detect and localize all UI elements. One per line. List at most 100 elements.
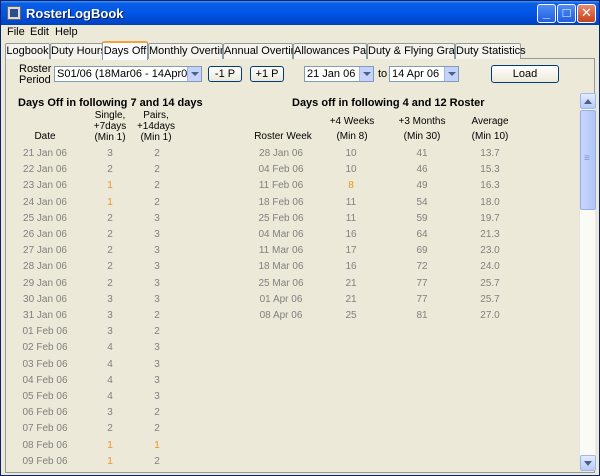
title-bar[interactable]: RosterLogBook _ □ ✕: [1, 1, 599, 25]
menu-edit[interactable]: Edit: [30, 26, 49, 38]
row-pairs: 3: [154, 245, 160, 257]
row-m3: 81: [416, 310, 428, 321]
row-single: 1: [107, 180, 113, 192]
chevron-down-icon[interactable]: [187, 67, 201, 81]
chevron-down-icon[interactable]: [359, 67, 373, 81]
row-w4: 10: [345, 164, 357, 176]
right-section-title: Days off in following 4 and 12 Roster: [292, 97, 485, 109]
menu-help[interactable]: Help: [55, 26, 78, 38]
row-single: 1: [107, 439, 113, 451]
pairs-header-line: (Min 1): [140, 132, 172, 143]
row-date: 26 Jan 06: [23, 229, 67, 240]
row-m3: 77: [416, 277, 428, 289]
scroll-down-icon[interactable]: [580, 455, 596, 471]
row-pairs: 3: [154, 212, 160, 224]
roster-week-header: Roster Week: [254, 131, 312, 142]
vertical-scrollbar[interactable]: [579, 93, 596, 471]
row-w4: 8: [348, 180, 354, 192]
next-period-button[interactable]: +1 P: [250, 66, 284, 82]
row-avg: 13.7: [480, 148, 500, 159]
row-avg: 25.7: [480, 277, 500, 289]
prev-period-button[interactable]: -1 P: [208, 66, 242, 82]
row-single: 2: [107, 164, 113, 176]
row-week: 25 Feb 06: [258, 212, 304, 224]
m3-header-line: (Min 30): [403, 131, 441, 142]
date-from-picker[interactable]: 21 Jan 06: [304, 66, 374, 82]
row-w4: 21: [345, 293, 357, 305]
single-header-line: +7days: [93, 121, 127, 132]
row-week: 18 Feb 06: [258, 196, 304, 208]
tab-days-off[interactable]: Days Off: [102, 41, 148, 60]
row-avg: 24.0: [480, 261, 500, 273]
close-icon[interactable]: ✕: [577, 4, 596, 23]
roster-period-select[interactable]: S01/06 (18Mar06 - 14Apr06): [54, 66, 202, 82]
row-date: 04 Feb 06: [22, 374, 68, 386]
avg-header-line: (Min 10): [471, 131, 509, 142]
tab-monthly-overtime[interactable]: Monthly Overtime: [148, 43, 235, 59]
tab-duty-statistics[interactable]: Duty Statistics: [455, 43, 526, 59]
row-pairs: 2: [154, 326, 160, 338]
row-pairs: 3: [154, 293, 160, 305]
row-date: 29 Jan 06: [23, 277, 67, 289]
maximize-icon[interactable]: □: [557, 4, 576, 23]
row-date: 25 Jan 06: [23, 212, 67, 224]
row-date: 24 Jan 06: [23, 196, 67, 208]
row-single: 3: [107, 326, 113, 338]
row-week: 04 Mar 06: [258, 229, 304, 240]
row-pairs: 2: [154, 148, 160, 159]
row-avg: 18.0: [480, 196, 500, 208]
row-pairs: 2: [154, 180, 160, 192]
row-date: 07 Feb 06: [22, 423, 68, 435]
row-avg: 21.3: [480, 229, 500, 240]
chevron-down-icon[interactable]: [444, 67, 458, 81]
days-off-panel: Roster Period S01/06 (18Mar06 - 14Apr06)…: [5, 59, 595, 473]
row-week: 08 Apr 06: [259, 310, 303, 321]
menu-file[interactable]: File: [7, 26, 25, 38]
scroll-up-icon[interactable]: [580, 93, 596, 109]
single-header-line: (Min 1): [94, 132, 126, 143]
row-single: 4: [107, 391, 113, 402]
row-single: 2: [107, 212, 113, 224]
m3-header-line: +3 Months: [398, 116, 446, 127]
left-section-title: Days Off in following 7 and 14 days: [18, 97, 203, 109]
row-week: 04 Feb 06: [258, 164, 304, 176]
row-date: 22 Jan 06: [23, 164, 67, 176]
row-m3: 41: [416, 148, 428, 159]
row-date: 23 Jan 06: [23, 180, 67, 192]
tab-allowances-paid[interactable]: Allowances Paid: [293, 43, 375, 59]
w4-header-line: +4 Weeks: [329, 116, 375, 127]
row-week: 25 Mar 06: [258, 277, 304, 289]
row-m3: 46: [416, 164, 428, 176]
row-m3: 54: [416, 196, 428, 208]
tab-logbook[interactable]: Logbook: [5, 43, 50, 59]
row-pairs: 2: [154, 310, 160, 321]
tab-duty-flying-graphs[interactable]: Duty & Flying Graphs: [367, 43, 473, 59]
tab-annual-overtime[interactable]: Annual Overtime: [223, 43, 306, 59]
row-pairs: 2: [154, 423, 160, 435]
row-m3: 72: [416, 261, 428, 273]
row-avg: 23.0: [480, 245, 500, 257]
row-date: 31 Jan 06: [23, 310, 67, 321]
app-icon: [7, 6, 21, 20]
row-pairs: 3: [154, 358, 160, 370]
date-to-picker[interactable]: 14 Apr 06: [389, 66, 459, 82]
row-date: 06 Feb 06: [22, 407, 68, 419]
scroll-thumb[interactable]: [580, 110, 596, 210]
row-date: 27 Jan 06: [23, 245, 67, 257]
row-single: 3: [107, 148, 113, 159]
row-pairs: 3: [154, 229, 160, 240]
row-w4: 10: [345, 148, 357, 159]
row-date: 30 Jan 06: [23, 293, 67, 305]
row-pairs: 1: [154, 439, 160, 451]
pairs-header-line: Pairs,: [143, 110, 169, 121]
row-week: 01 Apr 06: [259, 293, 303, 305]
minimize-icon[interactable]: _: [537, 4, 556, 23]
load-button[interactable]: Load: [491, 65, 559, 83]
row-single: 4: [107, 358, 113, 370]
row-w4: 16: [345, 261, 357, 273]
avg-header-line: Average: [471, 116, 509, 127]
row-avg: 25.7: [480, 293, 500, 305]
row-m3: 69: [416, 245, 428, 257]
tab-duty-hours[interactable]: Duty Hours: [50, 43, 106, 59]
row-pairs: 3: [154, 342, 160, 354]
